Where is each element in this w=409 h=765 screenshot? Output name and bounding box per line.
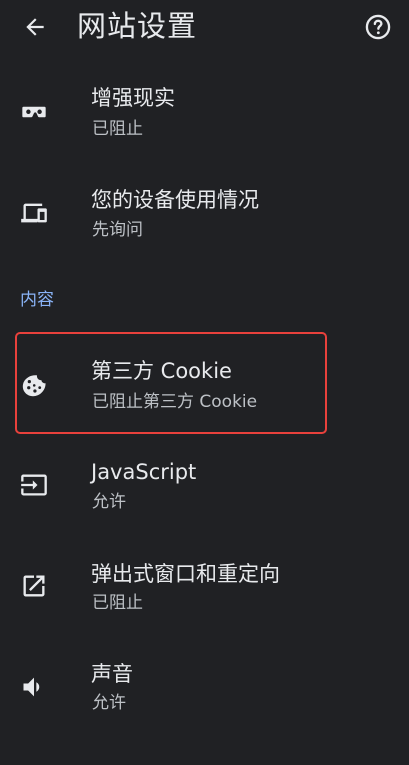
setting-label: 弹出式窗口和重定向 xyxy=(91,562,280,586)
back-button[interactable] xyxy=(18,10,52,44)
setting-row-popups-redirects[interactable]: 弹出式窗口和重定向 已阻止 xyxy=(0,543,409,643)
setting-status: 已阻止 xyxy=(92,593,143,613)
setting-status: 先询问 xyxy=(92,220,143,240)
site-settings-screen: 网站设置 增强现实 已阻止 您的设备使用情况 先询问 内容 第三方 Cookie… xyxy=(0,0,409,765)
open-in-new-icon xyxy=(18,570,50,602)
setting-row-javascript[interactable]: JavaScript 允许 xyxy=(0,442,409,542)
setting-row-device-usage[interactable]: 您的设备使用情况 先询问 xyxy=(0,168,409,268)
input-icon xyxy=(18,469,50,501)
help-button[interactable] xyxy=(361,10,395,44)
setting-label: 第三方 Cookie xyxy=(91,359,232,383)
top-app-bar: 网站设置 xyxy=(0,0,409,54)
vr-headset-icon xyxy=(18,96,50,128)
volume-icon xyxy=(18,671,50,703)
setting-status: 已阻止 xyxy=(92,119,143,139)
devices-icon xyxy=(18,197,50,229)
cookie-icon xyxy=(18,368,50,400)
page-title: 网站设置 xyxy=(77,9,198,43)
setting-status: 允许 xyxy=(92,693,126,713)
setting-status: 允许 xyxy=(92,492,126,512)
setting-row-sound[interactable]: 声音 允许 xyxy=(0,643,409,743)
help-circle-icon xyxy=(364,13,392,41)
setting-status: 已阻止第三方 Cookie xyxy=(92,392,258,412)
setting-label: 增强现实 xyxy=(91,86,175,110)
setting-label: 您的设备使用情况 xyxy=(91,188,259,212)
section-header-content: 内容 xyxy=(20,290,54,310)
arrow-back-icon xyxy=(22,14,48,40)
setting-row-augmented-reality[interactable]: 增强现实 已阻止 xyxy=(0,68,409,168)
setting-row-third-party-cookies[interactable]: 第三方 Cookie 已阻止第三方 Cookie xyxy=(0,333,409,433)
setting-label: JavaScript xyxy=(91,460,197,484)
setting-label: 声音 xyxy=(91,662,133,686)
